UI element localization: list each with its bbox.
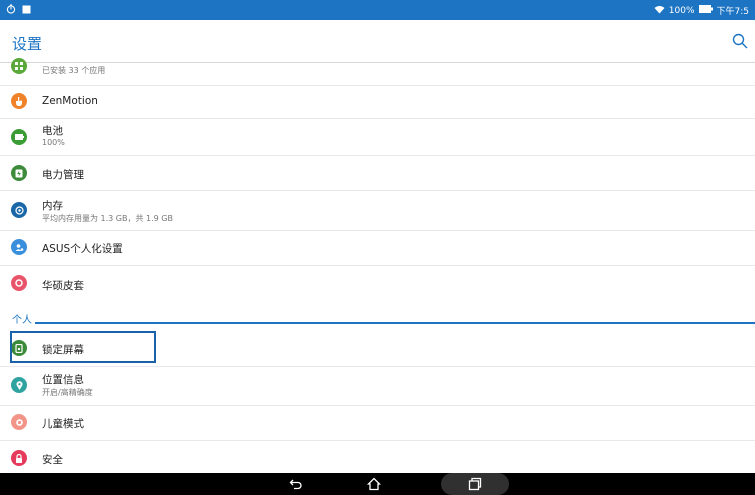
settings-item-label: 儿童模式 — [42, 418, 84, 430]
settings-item-location[interactable]: 位置信息 开启/高精确度 — [0, 366, 755, 406]
location-icon — [11, 377, 27, 393]
status-bar: 100% 下午7:5 — [0, 0, 755, 20]
settings-item-subtitle: 平均内存用量为 1.3 GB，共 1.9 GB — [42, 214, 173, 223]
search-icon[interactable] — [731, 32, 749, 50]
power-management-icon — [11, 165, 27, 181]
focus-highlight — [10, 331, 156, 363]
settings-item-label: ZenMotion — [42, 95, 98, 107]
lock-icon — [11, 450, 27, 466]
cover-icon — [11, 275, 27, 291]
clock: 下午7:5 — [716, 7, 750, 17]
settings-item-apps[interactable]: 已安装 33 个应用 — [0, 55, 755, 86]
timer-icon — [6, 4, 16, 17]
settings-item-kids-mode[interactable]: 儿童模式 — [0, 405, 755, 441]
settings-item-label: 电力管理 — [42, 169, 84, 181]
personalization-icon — [11, 239, 27, 255]
settings-item-asus-personalization[interactable]: ASUS个人化设置 — [0, 230, 755, 266]
settings-item-power-management[interactable]: 电力管理 — [0, 155, 755, 191]
settings-item-zenmotion[interactable]: ZenMotion — [0, 85, 755, 119]
settings-item-asus-cover[interactable]: 华硕皮套 — [0, 265, 755, 302]
apps-icon — [11, 58, 27, 74]
battery-icon — [11, 129, 27, 145]
kids-mode-icon — [11, 414, 27, 430]
settings-item-label: 内存 — [42, 200, 63, 212]
settings-item-memory[interactable]: 内存 平均内存用量为 1.3 GB，共 1.9 GB — [0, 190, 755, 231]
home-icon[interactable] — [365, 475, 383, 493]
settings-item-battery[interactable]: 电池 100% — [0, 118, 755, 156]
settings-item-label: ASUS个人化设置 — [42, 243, 123, 255]
settings-item-label: 安全 — [42, 454, 63, 466]
image-icon — [22, 5, 31, 17]
battery-percent: 100% — [668, 5, 695, 16]
settings-item-label: 位置信息 — [42, 374, 84, 386]
wifi-icon — [654, 5, 665, 17]
section-divider — [35, 322, 755, 324]
settings-item-label: 华硕皮套 — [42, 280, 84, 292]
recent-apps-icon[interactable] — [466, 475, 484, 493]
page-title: 设置 — [12, 35, 43, 53]
battery-icon — [698, 5, 713, 16]
settings-item-label: 电池 — [42, 125, 63, 137]
section-header-personal: 个人 — [12, 315, 32, 326]
navigation-bar — [0, 473, 755, 495]
memory-icon — [11, 202, 27, 218]
back-icon[interactable] — [287, 475, 305, 493]
settings-item-subtitle: 100% — [42, 138, 65, 147]
settings-item-subtitle: 开启/高精确度 — [42, 388, 93, 397]
hand-icon — [11, 93, 27, 109]
settings-item-security[interactable]: 安全 — [0, 440, 755, 473]
settings-screen: 100% 下午7:5 设置 已安装 33 个应用 ZenMotion 电池 10… — [0, 0, 755, 473]
settings-item-subtitle: 已安装 33 个应用 — [42, 66, 106, 75]
